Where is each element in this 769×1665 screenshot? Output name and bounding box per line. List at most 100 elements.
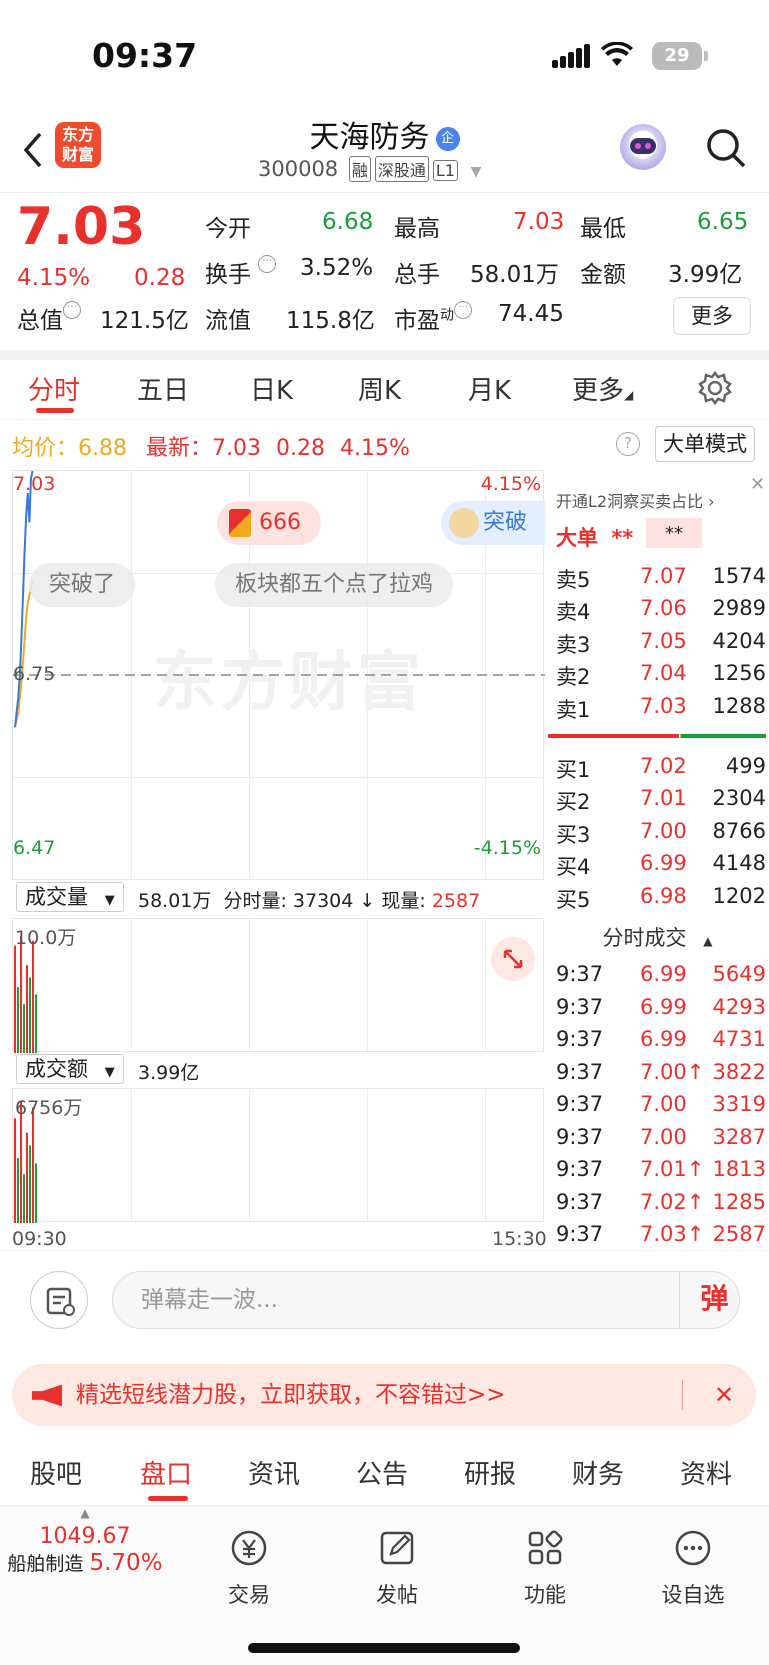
help-icon[interactable]: ? — [616, 432, 640, 456]
trade-volume: 3319 — [712, 1092, 766, 1116]
danmaku-settings-icon[interactable] — [30, 1271, 88, 1329]
trade-volume: 1813 — [712, 1157, 766, 1181]
trade-row: 9:37 6.99 4293 — [556, 995, 766, 1029]
chevron-up-icon: ▲ — [703, 934, 713, 948]
assistant-robot-icon[interactable] — [620, 124, 666, 170]
amount-indicator-select[interactable]: 成交额 ▼ — [16, 1054, 124, 1084]
tab-intraday[interactable]: 分时 — [28, 370, 80, 407]
sector-index[interactable]: ▲ 1049.67 船舶制造 5.70% — [0, 1506, 170, 1576]
tab-daily-k[interactable]: 日K — [250, 370, 293, 407]
tab-more[interactable]: 更多◢ — [572, 370, 633, 407]
market-cap-label[interactable]: 总值··· — [17, 301, 81, 335]
promo-banner[interactable]: 精选短线潜力股，立即获取，不容错过>> ✕ — [12, 1364, 756, 1426]
order-book-row: 买1 7.02 499 — [556, 754, 766, 786]
grid-icon — [528, 1530, 563, 1565]
info-dots-icon: ··· — [454, 301, 472, 319]
big-order-label: 大单 ** — [556, 526, 634, 550]
low-value: 6.65 — [697, 209, 749, 235]
more-quote-button[interactable]: 更多 — [673, 297, 751, 335]
turnover-label[interactable]: 换手 ··· — [205, 255, 277, 289]
trade-volume: 3822 — [712, 1059, 766, 1084]
close-icon[interactable]: ✕ — [714, 1364, 734, 1426]
content-nav: 股吧 盘口 资讯 公告 研报 财务 资料 — [0, 1440, 769, 1506]
level-price: 7.00 — [640, 818, 687, 843]
level-label: 卖1 — [556, 697, 591, 722]
firecracker-icon — [229, 509, 251, 537]
level-label: 卖5 — [556, 568, 591, 592]
status-bar: 09:37 29 — [0, 0, 769, 110]
big-order-mode-button[interactable]: 大单模式 — [655, 426, 755, 462]
trade-button[interactable]: 交易 — [204, 1528, 294, 1609]
trade-time: 9:37 — [556, 962, 604, 986]
tab-quote-detail[interactable]: 盘口 — [140, 1454, 192, 1491]
gear-icon[interactable] — [697, 370, 733, 406]
trade-price: 7.00 — [640, 1092, 687, 1116]
add-watchlist-button[interactable]: 设自选 — [648, 1528, 738, 1609]
l2-banner-link[interactable]: 开通L2洞察买卖占比 › — [556, 488, 715, 512]
trade-row: 9:37 6.99 4731 — [556, 1027, 766, 1061]
more-dots-icon — [675, 1530, 711, 1566]
post-button[interactable]: 发帖 — [352, 1528, 442, 1609]
chevron-down-icon: ▼ — [470, 164, 482, 180]
tab-weekly-k[interactable]: 周K — [358, 370, 401, 407]
chevron-down-icon: ▼ — [104, 1065, 115, 1080]
level-volume: 2304 — [712, 786, 766, 811]
trade-volume: 4731 — [712, 1027, 766, 1051]
volume-chart[interactable]: 10.0万 — [12, 918, 544, 1053]
danmaku-bubble[interactable]: 突破了 — [29, 563, 136, 607]
tab-forum[interactable]: 股吧 — [30, 1454, 82, 1491]
tab-monthly-k[interactable]: 月K — [468, 370, 511, 407]
danmaku-bubble[interactable]: 666 — [217, 501, 321, 545]
pe-label[interactable]: 市盈动 ··· — [394, 301, 472, 335]
status-time: 09:37 — [92, 36, 198, 75]
danmaku-bubble[interactable]: 板块都五个点了拉鸡 — [215, 563, 454, 607]
expand-icon[interactable] — [491, 937, 535, 981]
trade-row: 9:37 7.00↑ 3822 — [556, 1060, 766, 1094]
level-volume: 1574 — [712, 564, 766, 588]
tab-finance[interactable]: 财务 — [572, 1454, 624, 1491]
tab-news[interactable]: 资讯 — [248, 1454, 300, 1491]
trade-row: 9:37 7.00 3287 — [556, 1125, 766, 1159]
danmaku-bubble[interactable]: 突破 — [441, 501, 545, 545]
avatar — [449, 508, 479, 538]
trade-volume: 1285 — [712, 1189, 766, 1214]
trades-header[interactable]: 分时成交 ▲ — [546, 922, 769, 952]
market-cap-value: 121.5亿 — [100, 308, 189, 334]
trade-volume: 3287 — [712, 1124, 766, 1149]
volume-indicator-select[interactable]: 成交量 ▼ — [16, 882, 124, 912]
close-icon[interactable]: ✕ — [750, 474, 765, 495]
order-book-panel: 开通L2洞察买卖占比 › ✕ 大单 ** ** 卖5 7.07 1574 卖4 7.06… — [546, 470, 769, 1250]
level-volume: 4148 — [712, 851, 766, 876]
stock-header: 东方 财富 天海防务企 300008 融深股通 L1 ▼ — [0, 110, 769, 192]
info-dots-icon: ··· — [63, 301, 81, 319]
functions-button[interactable]: 功能 — [500, 1528, 590, 1609]
amount-bars-svg — [14, 1101, 37, 1223]
send-danmaku-button[interactable]: 弹 — [679, 1271, 749, 1329]
battery-icon: 29 — [652, 42, 708, 70]
level-price: 7.05 — [640, 628, 687, 653]
stock-subtitle[interactable]: 300008 融深股通 L1 ▼ — [258, 156, 481, 182]
tab-research[interactable]: 研报 — [464, 1454, 516, 1491]
bar — [32, 940, 34, 1053]
y-min-label: 6.47 — [13, 837, 56, 859]
tab-profile[interactable]: 资料 — [680, 1454, 732, 1491]
danmaku-input[interactable]: 弹幕走一波... — [112, 1271, 740, 1329]
intraday-price-chart[interactable]: 东方财富 7.03 6.75 6.47 4.15% -4.15% 666 突破 … — [12, 470, 545, 880]
bar — [26, 1132, 28, 1223]
intraday-info: 均价：6.88 最新：7.03 0.28 4.15% — [12, 436, 410, 461]
search-icon[interactable] — [704, 126, 748, 170]
high-value: 7.03 — [513, 209, 565, 235]
stock-code: 300008 — [258, 157, 339, 181]
bar — [35, 994, 37, 1053]
amount-chart[interactable]: 6756万 — [12, 1088, 544, 1223]
level-price: 6.98 — [640, 883, 687, 908]
tab-5day[interactable]: 五日 — [137, 370, 189, 407]
order-book-row: 买2 7.01 2304 — [556, 786, 766, 818]
level-label: 卖4 — [556, 600, 591, 625]
chart-tabs: 分时 五日 日K 周K 月K 更多◢ — [0, 360, 769, 420]
bar — [23, 1004, 25, 1053]
trade-time: 9:37 — [556, 1059, 604, 1084]
tab-announcements[interactable]: 公告 — [356, 1454, 408, 1491]
high-label: 最高 — [394, 216, 440, 242]
tag-level: L1 — [432, 160, 458, 181]
